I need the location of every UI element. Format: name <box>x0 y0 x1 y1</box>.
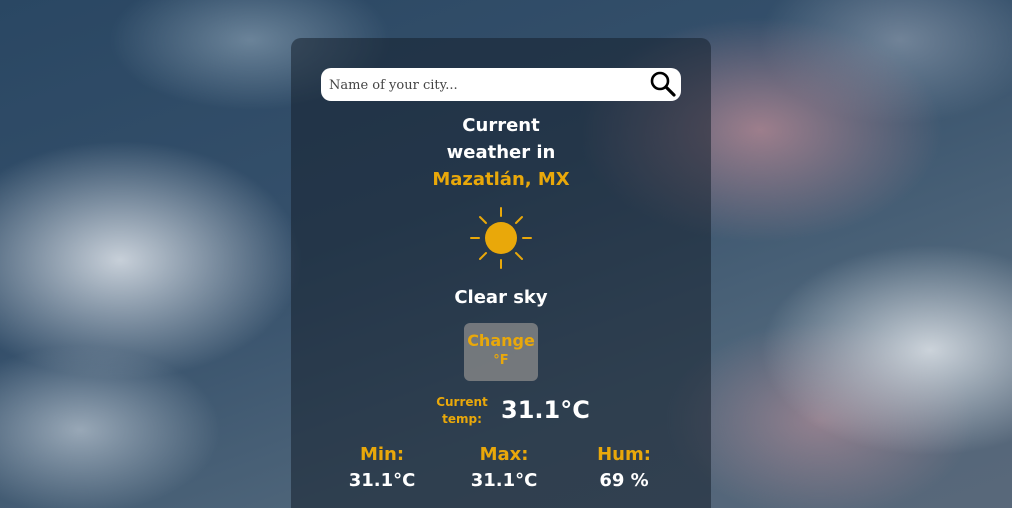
humidity-label: Hum: <box>597 444 651 465</box>
city-name: Mazatlán, MX <box>432 169 570 190</box>
change-unit-label: Change <box>467 331 535 350</box>
max-label: Max: <box>479 444 529 465</box>
min-label: Min: <box>359 444 405 465</box>
humidity-stat: Hum: 69 % <box>574 444 674 491</box>
weather-description: Clear sky <box>454 287 548 308</box>
title-line-1: Current <box>462 115 540 136</box>
search-icon[interactable] <box>649 70 677 98</box>
change-unit-symbol: °F <box>493 353 509 368</box>
search-bar <box>321 68 681 101</box>
max-value: 31.1°C <box>470 470 538 491</box>
current-temp-label-line2: temp: <box>442 412 482 426</box>
min-value: 31.1°C <box>348 470 416 491</box>
title-line-2: weather in <box>446 142 556 163</box>
city-search-input[interactable] <box>327 73 641 97</box>
min-stat: Min: 31.1°C <box>332 444 432 491</box>
sun-icon <box>469 206 533 274</box>
current-temp-label: Current temp: <box>427 394 497 428</box>
humidity-value: 69 % <box>599 470 649 491</box>
current-temp-label-line1: Current <box>436 395 488 409</box>
weather-card: Current weather in Mazatlán, MX Clear sk… <box>291 38 711 508</box>
max-stat: Max: 31.1°C <box>454 444 554 491</box>
current-temp-value: 31.1°C <box>501 396 590 424</box>
change-unit-button[interactable]: Change °F <box>464 323 538 381</box>
